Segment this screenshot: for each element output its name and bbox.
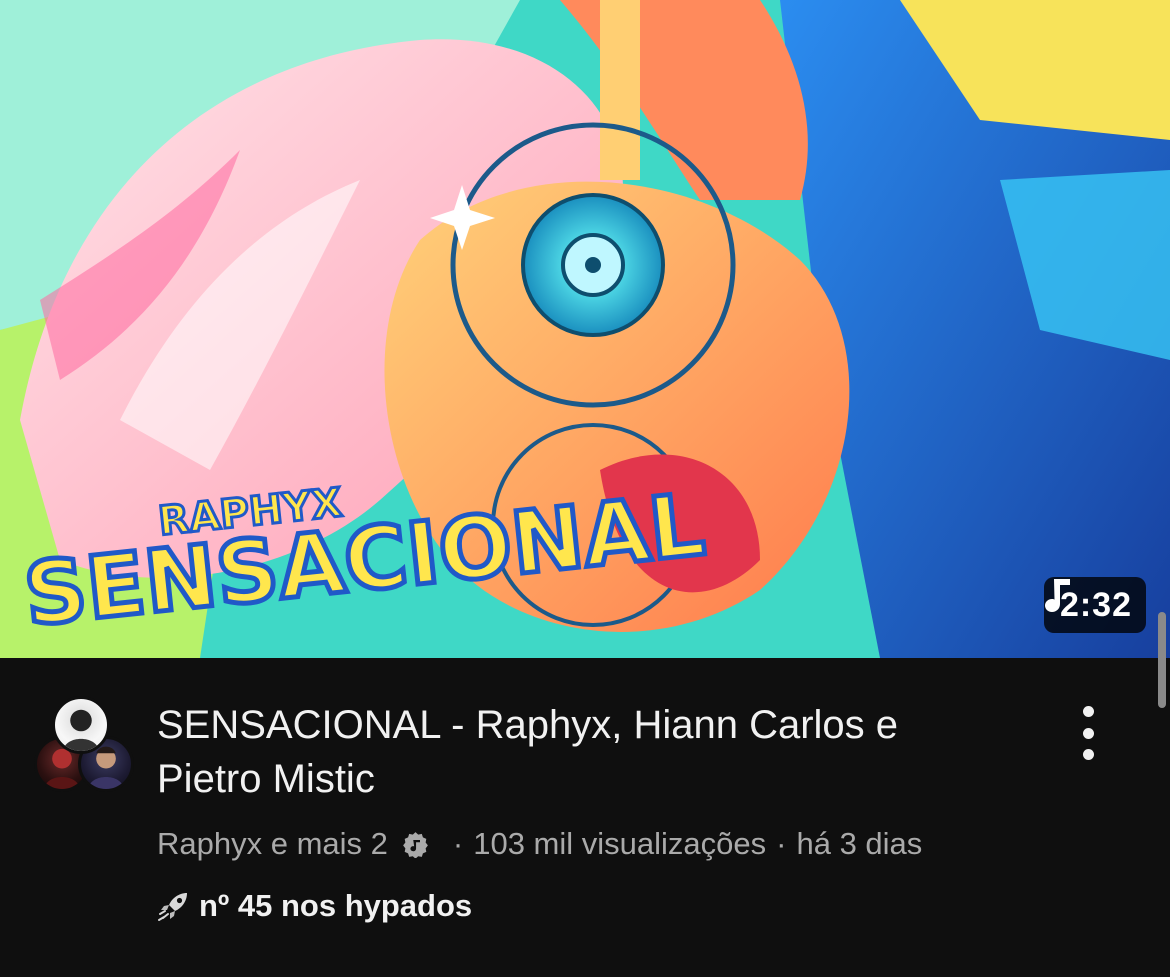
separator-dot: ·	[452, 826, 464, 861]
video-thumbnail[interactable]: SENSACIONAL RAPHYX 2:32	[0, 0, 1170, 658]
more-vertical-icon-dot	[1082, 749, 1094, 760]
avatar-image	[63, 709, 99, 751]
verified-artist-icon	[403, 831, 428, 858]
channel-avatars[interactable]	[34, 696, 138, 796]
video-subline: Raphyx e mais 2 · 103 mil visualizações …	[157, 824, 922, 864]
more-options-button[interactable]	[1068, 706, 1108, 760]
avatar-main-channel[interactable]	[52, 696, 110, 754]
more-vertical-icon	[1082, 706, 1094, 717]
hype-label: nº 45 nos hypados	[199, 888, 473, 923]
more-vertical-icon-dot	[1082, 727, 1094, 739]
upload-age: há 3 dias	[796, 826, 923, 861]
hype-rank[interactable]: nº 45 nos hypados	[157, 888, 472, 924]
video-card[interactable]: SENSACIONAL RAPHYX 2:32 SENSACIONAL - Ra…	[0, 0, 1170, 977]
channel-name[interactable]: Raphyx e mais 2	[157, 824, 388, 864]
duration-badge: 2:32	[1043, 577, 1146, 633]
rocket-hype-icon	[158, 893, 187, 921]
video-metadata: SENSACIONAL - Raphyx, Hiann Carlos e Pie…	[0, 658, 1170, 977]
thumbnail-artwork: SENSACIONAL RAPHYX	[0, 0, 1170, 658]
video-title[interactable]: SENSACIONAL - Raphyx, Hiann Carlos e Pie…	[157, 698, 937, 806]
music-note-icon	[1044, 579, 1070, 612]
view-count: 103 mil visualizações	[473, 826, 767, 861]
separator-dot: ·	[776, 826, 787, 861]
